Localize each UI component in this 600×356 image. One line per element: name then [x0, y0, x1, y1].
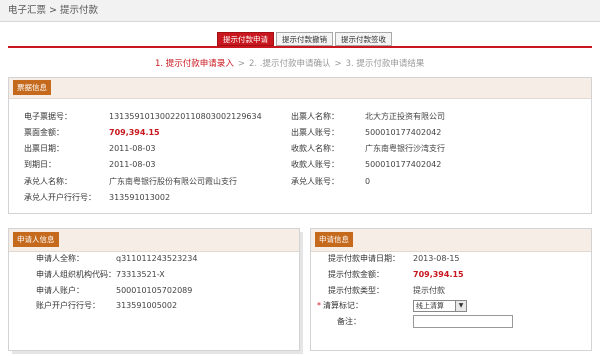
tab-payment-apply[interactable]: 提示付款申请 [217, 32, 274, 46]
face-amount-label: 票面金额： [24, 128, 64, 137]
acceptor-bank-no-value: 313591013002 [109, 193, 171, 202]
step-1: 1. 提示付款申请录入 [155, 59, 234, 69]
chevron-down-icon: ▼ [455, 301, 466, 311]
bill-info-title: 票据信息 [13, 80, 51, 95]
due-date-value: 2011-08-03 [109, 160, 156, 169]
drawer-account-label: 出票人账号： [291, 128, 339, 137]
payee-name-value: 广东南粤银行沙湾支行 [365, 144, 445, 153]
tab-underline [8, 46, 592, 48]
drawer-name-label: 出票人名称： [291, 112, 339, 121]
clearing-flag-label: 清算标记： [323, 301, 363, 310]
acceptor-bank-no-label: 承兑人开户行行号： [24, 193, 96, 202]
applicant-org-code-label: 申请人组织机构代码： [36, 270, 116, 279]
applicant-info-title: 申请人信息 [13, 232, 59, 247]
bill-number-value: 131359101300220110803002129634 [109, 112, 262, 121]
clearing-flag-value: 线上清算 [416, 302, 444, 310]
bill-info-panel: 票据信息 电子票据号： 1313591013002201108030021296… [8, 77, 592, 214]
apply-amount-label: 提示付款金额： [328, 270, 384, 279]
applicant-bank-no-label: 账户开户行行号： [36, 301, 100, 310]
applicant-name-value: q311011243523234 [116, 254, 198, 263]
due-date-label: 到期日： [24, 160, 56, 169]
tab-payment-revoke[interactable]: 提示付款撤销 [276, 32, 333, 46]
remark-label: 备注： [337, 317, 361, 326]
remark-input[interactable] [413, 315, 513, 328]
face-amount-value: 709,394.15 [109, 128, 160, 137]
drawer-account-value: 500010177402042 [365, 128, 442, 137]
bill-number-row: 电子票据号： [24, 111, 72, 123]
panel-shadow [300, 232, 303, 351]
acceptor-name-label: 承兑人名称： [24, 177, 72, 186]
bill-number-label: 电子票据号： [24, 112, 72, 121]
applicant-org-code-value: 73313521-X [116, 270, 165, 279]
breadcrumb: 电子汇票 > 提示付款 [0, 0, 600, 22]
apply-type-value: 提示付款 [413, 286, 445, 295]
application-info-title: 申请信息 [315, 232, 353, 247]
payee-account-label: 收款人账号： [291, 160, 339, 169]
tab-payment-sign[interactable]: 提示付款签收 [335, 32, 392, 46]
panel-shadow [12, 351, 303, 354]
applicant-account-label: 申请人账户： [36, 286, 84, 295]
issue-date-value: 2011-08-03 [109, 144, 156, 153]
apply-date-value: 2013-08-15 [413, 254, 460, 263]
bill-info-header: 票据信息 [9, 78, 591, 99]
clearing-flag-select[interactable]: 线上清算 ▼ [413, 300, 467, 312]
apply-amount-value: 709,394.15 [413, 270, 464, 279]
applicant-info-header: 申请人信息 [9, 229, 299, 252]
step-3: 3. 提示付款申请结果 [345, 59, 425, 69]
acceptor-account-label: 承兑人账号： [291, 177, 339, 186]
apply-date-label: 提示付款申请日期： [328, 254, 400, 263]
step-indicator: 1. 提示付款申请录入 >2. .提示付款申请确认 >3. 提示付款申请结果 [155, 57, 424, 69]
acceptor-name-value: 广东南粤银行股份有限公司霞山支行 [109, 177, 237, 186]
apply-type-label: 提示付款类型： [328, 286, 384, 295]
application-info-header: 申请信息 [311, 229, 591, 252]
step-separator: > [237, 59, 245, 69]
payee-name-label: 收款人名称： [291, 144, 339, 153]
drawer-name-value: 北大方正投资有限公司 [365, 112, 445, 121]
applicant-name-label: 申请人全称： [36, 254, 84, 263]
tab-bar: 提示付款申请 提示付款撤销 提示付款签收 [217, 32, 394, 46]
step-2: 2. .提示付款申请确认 [248, 59, 331, 69]
applicant-account-value: 500010105702089 [116, 286, 193, 295]
required-mark: * [317, 301, 321, 310]
step-separator: > [334, 59, 342, 69]
application-info-panel: 申请信息 提示付款申请日期： 2013-08-15 提示付款金额： 709,39… [310, 228, 592, 351]
applicant-info-panel: 申请人信息 申请人全称： q311011243523234 申请人组织机构代码：… [8, 228, 300, 351]
applicant-bank-no-value: 313591005002 [116, 301, 178, 310]
payee-account-value: 500010177402042 [365, 160, 442, 169]
issue-date-label: 出票日期： [24, 144, 64, 153]
acceptor-account-value: 0 [365, 177, 371, 186]
